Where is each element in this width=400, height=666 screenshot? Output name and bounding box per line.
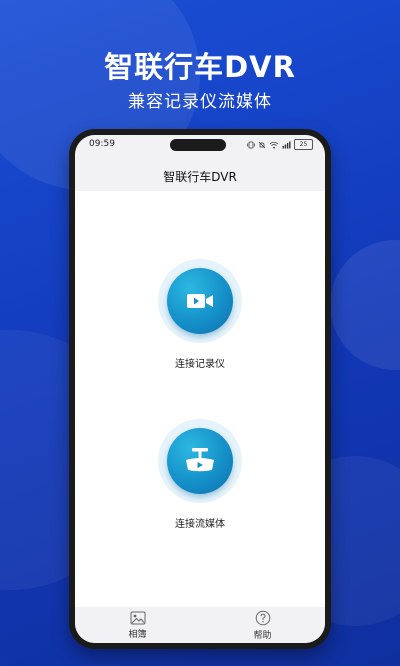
recorder-icon-circle	[167, 268, 233, 334]
status-time: 09:59	[89, 139, 115, 149]
signal-icon	[282, 141, 291, 148]
connect-recorder-label: 连接记录仪	[175, 359, 225, 370]
wifi-icon	[269, 141, 279, 148]
status-icons: 25	[247, 139, 313, 150]
tab-album-label: 相簿	[128, 629, 147, 640]
page-title: 智联行车DVR	[163, 170, 237, 184]
connect-streaming-label: 连接流媒体	[175, 519, 225, 530]
promo-subline: 兼容记录仪流媒体	[128, 92, 272, 112]
camera-notch	[170, 139, 226, 151]
promo-headline: 智联行车DVR	[104, 50, 296, 84]
vibrate-icon	[247, 141, 255, 148]
app-header: 智联行车DVR	[75, 157, 325, 191]
recorder-icon-halo	[158, 259, 242, 343]
tab-help[interactable]: 帮助	[200, 607, 325, 643]
streaming-icon-circle	[167, 428, 233, 494]
promo-background: 智联行车DVR 兼容记录仪流媒体 09:59 25 智联行车DVR 连接记录仪 …	[0, 0, 400, 666]
photo-album-icon	[130, 611, 145, 624]
tab-album[interactable]: 相簿	[75, 607, 200, 643]
bottom-tab-bar: 相簿 帮助	[75, 607, 325, 643]
mute-icon	[258, 141, 266, 148]
streaming-icon-halo	[158, 419, 242, 503]
help-icon	[255, 610, 270, 625]
decor-circle	[330, 240, 400, 370]
connect-recorder-button[interactable]: 连接记录仪	[75, 259, 325, 370]
tab-help-label: 帮助	[253, 630, 272, 641]
app-screen: 09:59 25 智联行车DVR 连接记录仪 连接流媒体 相簿 帮助	[75, 135, 325, 643]
connect-streaming-button[interactable]: 连接流媒体	[75, 419, 325, 530]
status-bar: 09:59 25	[75, 135, 325, 157]
video-camera-icon	[187, 294, 213, 308]
battery-icon: 25	[294, 139, 313, 150]
phone-frame: 09:59 25 智联行车DVR 连接记录仪 连接流媒体 相簿 帮助	[69, 129, 331, 649]
rearview-mirror-icon	[186, 448, 214, 472]
